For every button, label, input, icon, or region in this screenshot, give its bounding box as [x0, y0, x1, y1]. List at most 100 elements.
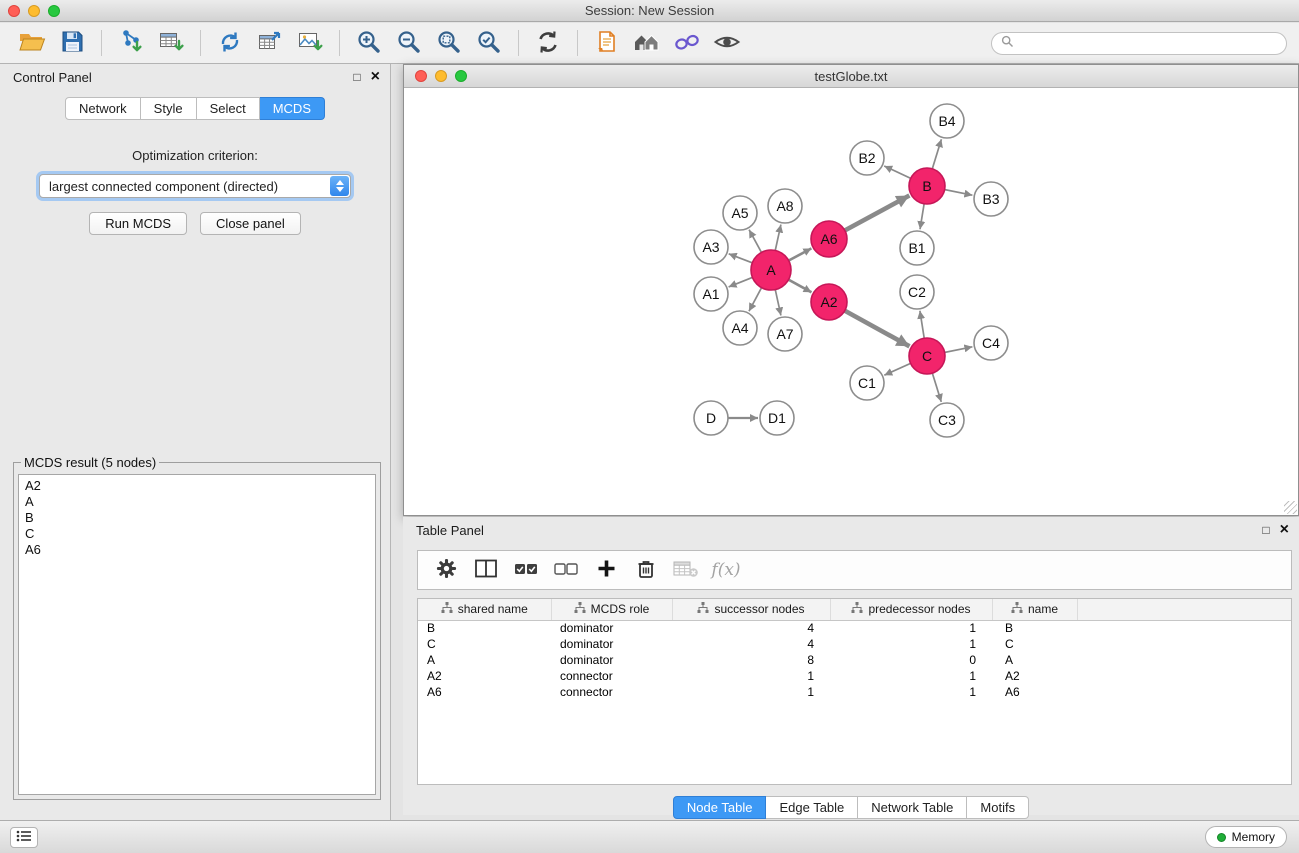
table-settings-button[interactable]: [428, 555, 464, 585]
graph-node-B4[interactable]: B4: [930, 104, 964, 138]
tab-network[interactable]: Network: [65, 97, 141, 120]
graph-node-C2[interactable]: C2: [900, 275, 934, 309]
search-field[interactable]: [991, 32, 1287, 55]
table-cell[interactable]: 1: [672, 684, 830, 700]
graph-node-D1[interactable]: D1: [760, 401, 794, 435]
save-session-button[interactable]: [52, 27, 92, 59]
table-cell[interactable]: C: [992, 636, 1077, 652]
table-row[interactable]: Cdominator41C: [418, 636, 1291, 652]
graph-node-A7[interactable]: A7: [768, 317, 802, 351]
column-header-name[interactable]: name: [992, 599, 1077, 620]
graph-node-B1[interactable]: B1: [900, 231, 934, 265]
new-network-button[interactable]: [210, 27, 250, 59]
delete-column-button[interactable]: [628, 555, 664, 585]
optimization-criterion-select[interactable]: largest connected component (directed): [39, 174, 351, 198]
network-canvas[interactable]: B4B2BB3A5A8A6A3B1AC2A1A2A4A7C4CC1DD1C3: [404, 89, 1298, 515]
graph-node-A4[interactable]: A4: [723, 311, 757, 345]
graph-node-A[interactable]: A: [751, 250, 791, 290]
table-cell[interactable]: A: [418, 652, 551, 668]
select-all-button[interactable]: [508, 555, 544, 585]
table-header-row[interactable]: shared nameMCDS rolesuccessor nodesprede…: [418, 599, 1291, 620]
network-window-titlebar[interactable]: testGlobe.txt: [404, 65, 1298, 88]
graph-node-C1[interactable]: C1: [850, 366, 884, 400]
graph-node-A5[interactable]: A5: [723, 196, 757, 230]
graph-node-B2[interactable]: B2: [850, 141, 884, 175]
table-cell[interactable]: 1: [830, 684, 992, 700]
table-tab-node-table[interactable]: Node Table: [673, 796, 767, 819]
zoom-selected-button[interactable]: [469, 27, 509, 59]
show-hide-button[interactable]: [707, 27, 747, 59]
table-cell[interactable]: 1: [830, 636, 992, 652]
task-history-button[interactable]: [10, 827, 38, 848]
close-panel-icon[interactable]: ×: [371, 69, 380, 85]
table-tab-network-table[interactable]: Network Table: [858, 796, 967, 819]
table-cell[interactable]: B: [418, 620, 551, 636]
table-cell[interactable]: A6: [992, 684, 1077, 700]
export-table-button[interactable]: [250, 27, 290, 59]
table-cell[interactable]: 1: [830, 620, 992, 636]
result-item[interactable]: B: [25, 510, 369, 526]
table-row[interactable]: A6connector11A6: [418, 684, 1291, 700]
table-cell[interactable]: dominator: [551, 620, 672, 636]
copy-document-button[interactable]: [587, 27, 627, 59]
result-item[interactable]: A6: [25, 542, 369, 558]
zoom-in-button[interactable]: [349, 27, 389, 59]
close-panel-button[interactable]: Close panel: [200, 212, 301, 235]
graph-node-A2[interactable]: A2: [811, 284, 847, 320]
home-button[interactable]: [627, 27, 667, 59]
table-cell[interactable]: A2: [418, 668, 551, 684]
memory-button[interactable]: Memory: [1205, 826, 1287, 848]
float-panel-icon[interactable]: □: [353, 70, 360, 84]
table-cell[interactable]: connector: [551, 684, 672, 700]
tab-mcds[interactable]: MCDS: [260, 97, 325, 120]
refresh-layout-button[interactable]: [528, 27, 568, 59]
graph-node-C3[interactable]: C3: [930, 403, 964, 437]
close-table-panel-icon[interactable]: ×: [1280, 522, 1289, 538]
add-column-button[interactable]: [588, 555, 624, 585]
table-cell[interactable]: A6: [418, 684, 551, 700]
table-tab-edge-table[interactable]: Edge Table: [766, 796, 858, 819]
table-cell[interactable]: A2: [992, 668, 1077, 684]
export-image-button[interactable]: [290, 27, 330, 59]
minimize-window-button[interactable]: [28, 5, 40, 17]
graph-node-B[interactable]: B: [909, 168, 945, 204]
graph-node-A8[interactable]: A8: [768, 189, 802, 223]
graph-node-D[interactable]: D: [694, 401, 728, 435]
tab-style[interactable]: Style: [141, 97, 197, 120]
delete-table-button[interactable]: [668, 555, 704, 585]
close-window-button[interactable]: [8, 5, 20, 17]
column-header-MCDS-role[interactable]: MCDS role: [551, 599, 672, 620]
import-table-button[interactable]: [151, 27, 191, 59]
table-cell[interactable]: A: [992, 652, 1077, 668]
table-row[interactable]: A2connector11A2: [418, 668, 1291, 684]
table-cell[interactable]: B: [992, 620, 1077, 636]
float-table-panel-icon[interactable]: □: [1262, 523, 1269, 537]
table-cell[interactable]: 0: [830, 652, 992, 668]
function-builder-button[interactable]: f(x): [708, 555, 744, 585]
table-cell[interactable]: dominator: [551, 652, 672, 668]
column-header-successor-nodes[interactable]: successor nodes: [672, 599, 830, 620]
zoom-out-button[interactable]: [389, 27, 429, 59]
zoom-network-button[interactable]: [455, 70, 467, 82]
graph-node-A1[interactable]: A1: [694, 277, 728, 311]
overview-button[interactable]: [667, 27, 707, 59]
deselect-all-button[interactable]: [548, 555, 584, 585]
result-item[interactable]: C: [25, 526, 369, 542]
table-cell[interactable]: 1: [830, 668, 992, 684]
search-input[interactable]: [1019, 36, 1277, 50]
table-cell[interactable]: 8: [672, 652, 830, 668]
table-cell[interactable]: C: [418, 636, 551, 652]
close-network-button[interactable]: [415, 70, 427, 82]
column-header-shared-name[interactable]: shared name: [418, 599, 551, 620]
graph-node-C4[interactable]: C4: [974, 326, 1008, 360]
graph-node-C[interactable]: C: [909, 338, 945, 374]
result-item[interactable]: A: [25, 494, 369, 510]
column-header-predecessor-nodes[interactable]: predecessor nodes: [830, 599, 992, 620]
table-row[interactable]: Bdominator41B: [418, 620, 1291, 636]
zoom-window-button[interactable]: [48, 5, 60, 17]
table-tab-motifs[interactable]: Motifs: [967, 796, 1029, 819]
mcds-result-list[interactable]: A2ABCA6: [18, 474, 376, 795]
minimize-network-button[interactable]: [435, 70, 447, 82]
graph-node-A3[interactable]: A3: [694, 230, 728, 264]
run-mcds-button[interactable]: Run MCDS: [89, 212, 187, 235]
